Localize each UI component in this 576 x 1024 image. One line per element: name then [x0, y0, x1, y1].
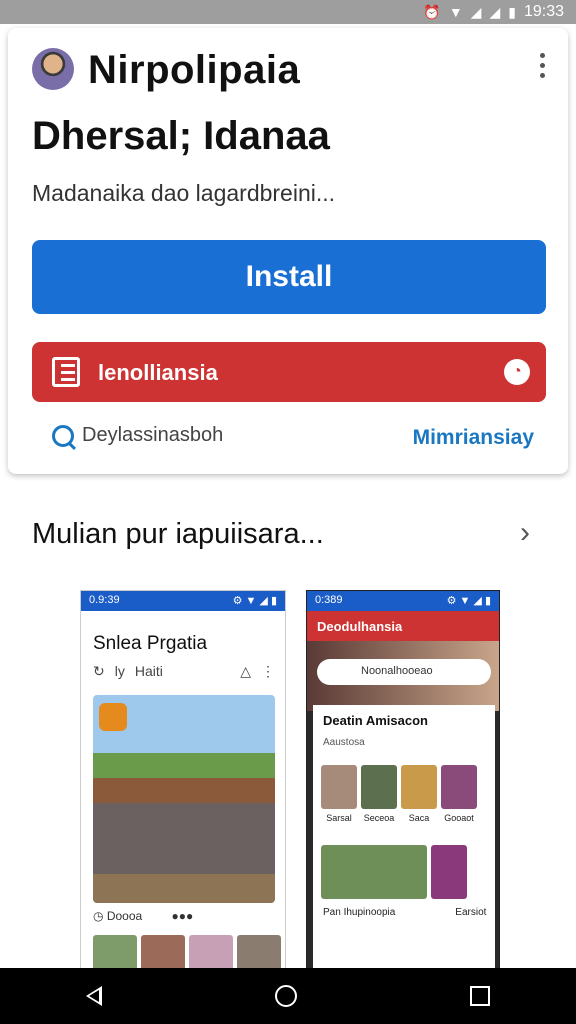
wifi-icon: ▼: [448, 4, 463, 20]
shot2-panel-subtitle: Aaustosa: [323, 737, 365, 748]
shot1-toolbar: ↻ ly Haiti △ ⋮: [93, 663, 275, 680]
shot2-search-text: Noonalhooeao: [361, 665, 433, 677]
grid-item-label: Seceoa: [363, 813, 395, 823]
shot1-toolbar-label: ly: [114, 663, 125, 679]
app-name: Nirpolipaia: [88, 48, 301, 92]
status-bar: ⏰ ▼ ◢ ◢ ▮ 19:33: [0, 0, 576, 24]
thumbnail: [141, 935, 185, 969]
clock-icon: ◔: [504, 359, 530, 385]
grid-item[interactable]: Seceoa: [361, 765, 397, 823]
status-time: 19:33: [523, 3, 564, 20]
links-row: Deylassinasboh Mimriansiay: [32, 424, 546, 454]
recent-apps-icon[interactable]: [469, 986, 490, 1006]
document-icon: [52, 357, 80, 387]
more-options-icon[interactable]: [532, 50, 552, 80]
back-icon[interactable]: [86, 986, 103, 1006]
signal-icon: ◢: [470, 3, 482, 20]
app-subtitle: Dhersal; Idanaa: [32, 114, 330, 158]
screenshot-2[interactable]: 0:389 ⚙ ▼ ◢ ▮ Deodulhansia Noonalhooeao …: [306, 590, 500, 970]
grid-image: [321, 845, 427, 899]
avatar: [32, 48, 74, 90]
shot2-panel: Deatin Amisacon Aaustosa Sarsal Seceoa S…: [313, 705, 495, 969]
app-card: Nirpolipaia Dhersal; Idanaa Madanaika da…: [8, 28, 568, 474]
search-icon: [52, 424, 74, 447]
screenshot-1[interactable]: 0.9:39 ⚙ ▼ ◢ ▮ Snlea Prgatia ↻ ly Haiti …: [80, 590, 286, 970]
shot2-panel-title: Deatin Amisacon: [323, 713, 428, 728]
battery-icon: ▮: [508, 3, 516, 20]
thumbnail: [189, 935, 233, 969]
developer-label: Deylassinasboh: [82, 424, 224, 446]
signal-icon: ◢: [489, 3, 501, 20]
shot1-status-icons: ⚙ ▼ ◢ ▮: [232, 595, 277, 607]
clock-icon: ◷: [93, 909, 104, 923]
grid-item[interactable]: Saca: [401, 765, 437, 823]
home-icon[interactable]: [274, 985, 297, 1007]
shot1-caption: ◷ Doooa ●●●: [93, 909, 193, 923]
thumbnail: [93, 935, 137, 969]
shot2-grid-row-2: [321, 845, 467, 899]
shot2-search-bar[interactable]: Noonalhooeao: [317, 659, 491, 685]
shot2-captions: Pan Ihupinoopia Earsiot: [323, 907, 486, 918]
grid-item[interactable]: Gooaot: [441, 765, 477, 823]
secondary-button[interactable]: lenolliansia ◔: [32, 342, 546, 402]
shot1-toolbar-label-2: Haiti: [134, 663, 163, 679]
shot2-caption-b: Earsiot: [455, 907, 487, 918]
shot2-status-icons: ⚙ ▼ ◢ ▮: [446, 595, 491, 607]
dots-icon: ●●●: [171, 909, 194, 923]
grid-item-label: Saca: [408, 813, 430, 823]
chevron-right-icon[interactable]: ›: [520, 516, 530, 550]
bell-icon: △: [240, 663, 251, 679]
shot2-header: Deodulhansia: [307, 611, 499, 641]
more-icon: ⋮: [261, 663, 275, 679]
shot2-status-time: 0:389: [315, 594, 343, 606]
alarm-icon: ⏰: [423, 3, 441, 20]
refresh-icon: ↻: [93, 663, 105, 679]
shot2-header-title: Deodulhansia: [317, 619, 403, 634]
install-button[interactable]: Install: [32, 240, 546, 314]
shot2-caption-a: Pan Ihupinoopia: [323, 907, 396, 918]
more-info-link[interactable]: Mimriansiay: [413, 426, 534, 450]
shot1-caption-text: Doooa: [106, 909, 143, 923]
shot1-badge-icon: [99, 703, 127, 731]
grid-item[interactable]: Sarsal: [321, 765, 357, 823]
app-description: Madanaika dao lagardbreini...: [32, 180, 336, 206]
developer-link[interactable]: Deylassinasboh: [52, 424, 223, 447]
shot2-status-bar: 0:389 ⚙ ▼ ◢ ▮: [307, 591, 499, 611]
shot1-thumbnails: [93, 935, 281, 969]
grid-item-label: Sarsal: [326, 813, 352, 823]
secondary-button-label: lenolliansia: [98, 360, 218, 385]
screenshots-title: Mulian pur iapuiisara...: [32, 518, 324, 550]
shot2-grid-row-1: Sarsal Seceoa Saca Gooaot: [321, 765, 477, 823]
shot1-title: Snlea Prgatia: [93, 633, 208, 654]
shot1-status-time: 0.9:39: [89, 594, 120, 606]
grid-item-label: Gooaot: [444, 813, 474, 823]
shot1-status-bar: 0.9:39 ⚙ ▼ ◢ ▮: [81, 591, 285, 611]
navigation-bar: [0, 968, 576, 1024]
grid-image: [431, 845, 467, 899]
thumbnail: [237, 935, 281, 969]
